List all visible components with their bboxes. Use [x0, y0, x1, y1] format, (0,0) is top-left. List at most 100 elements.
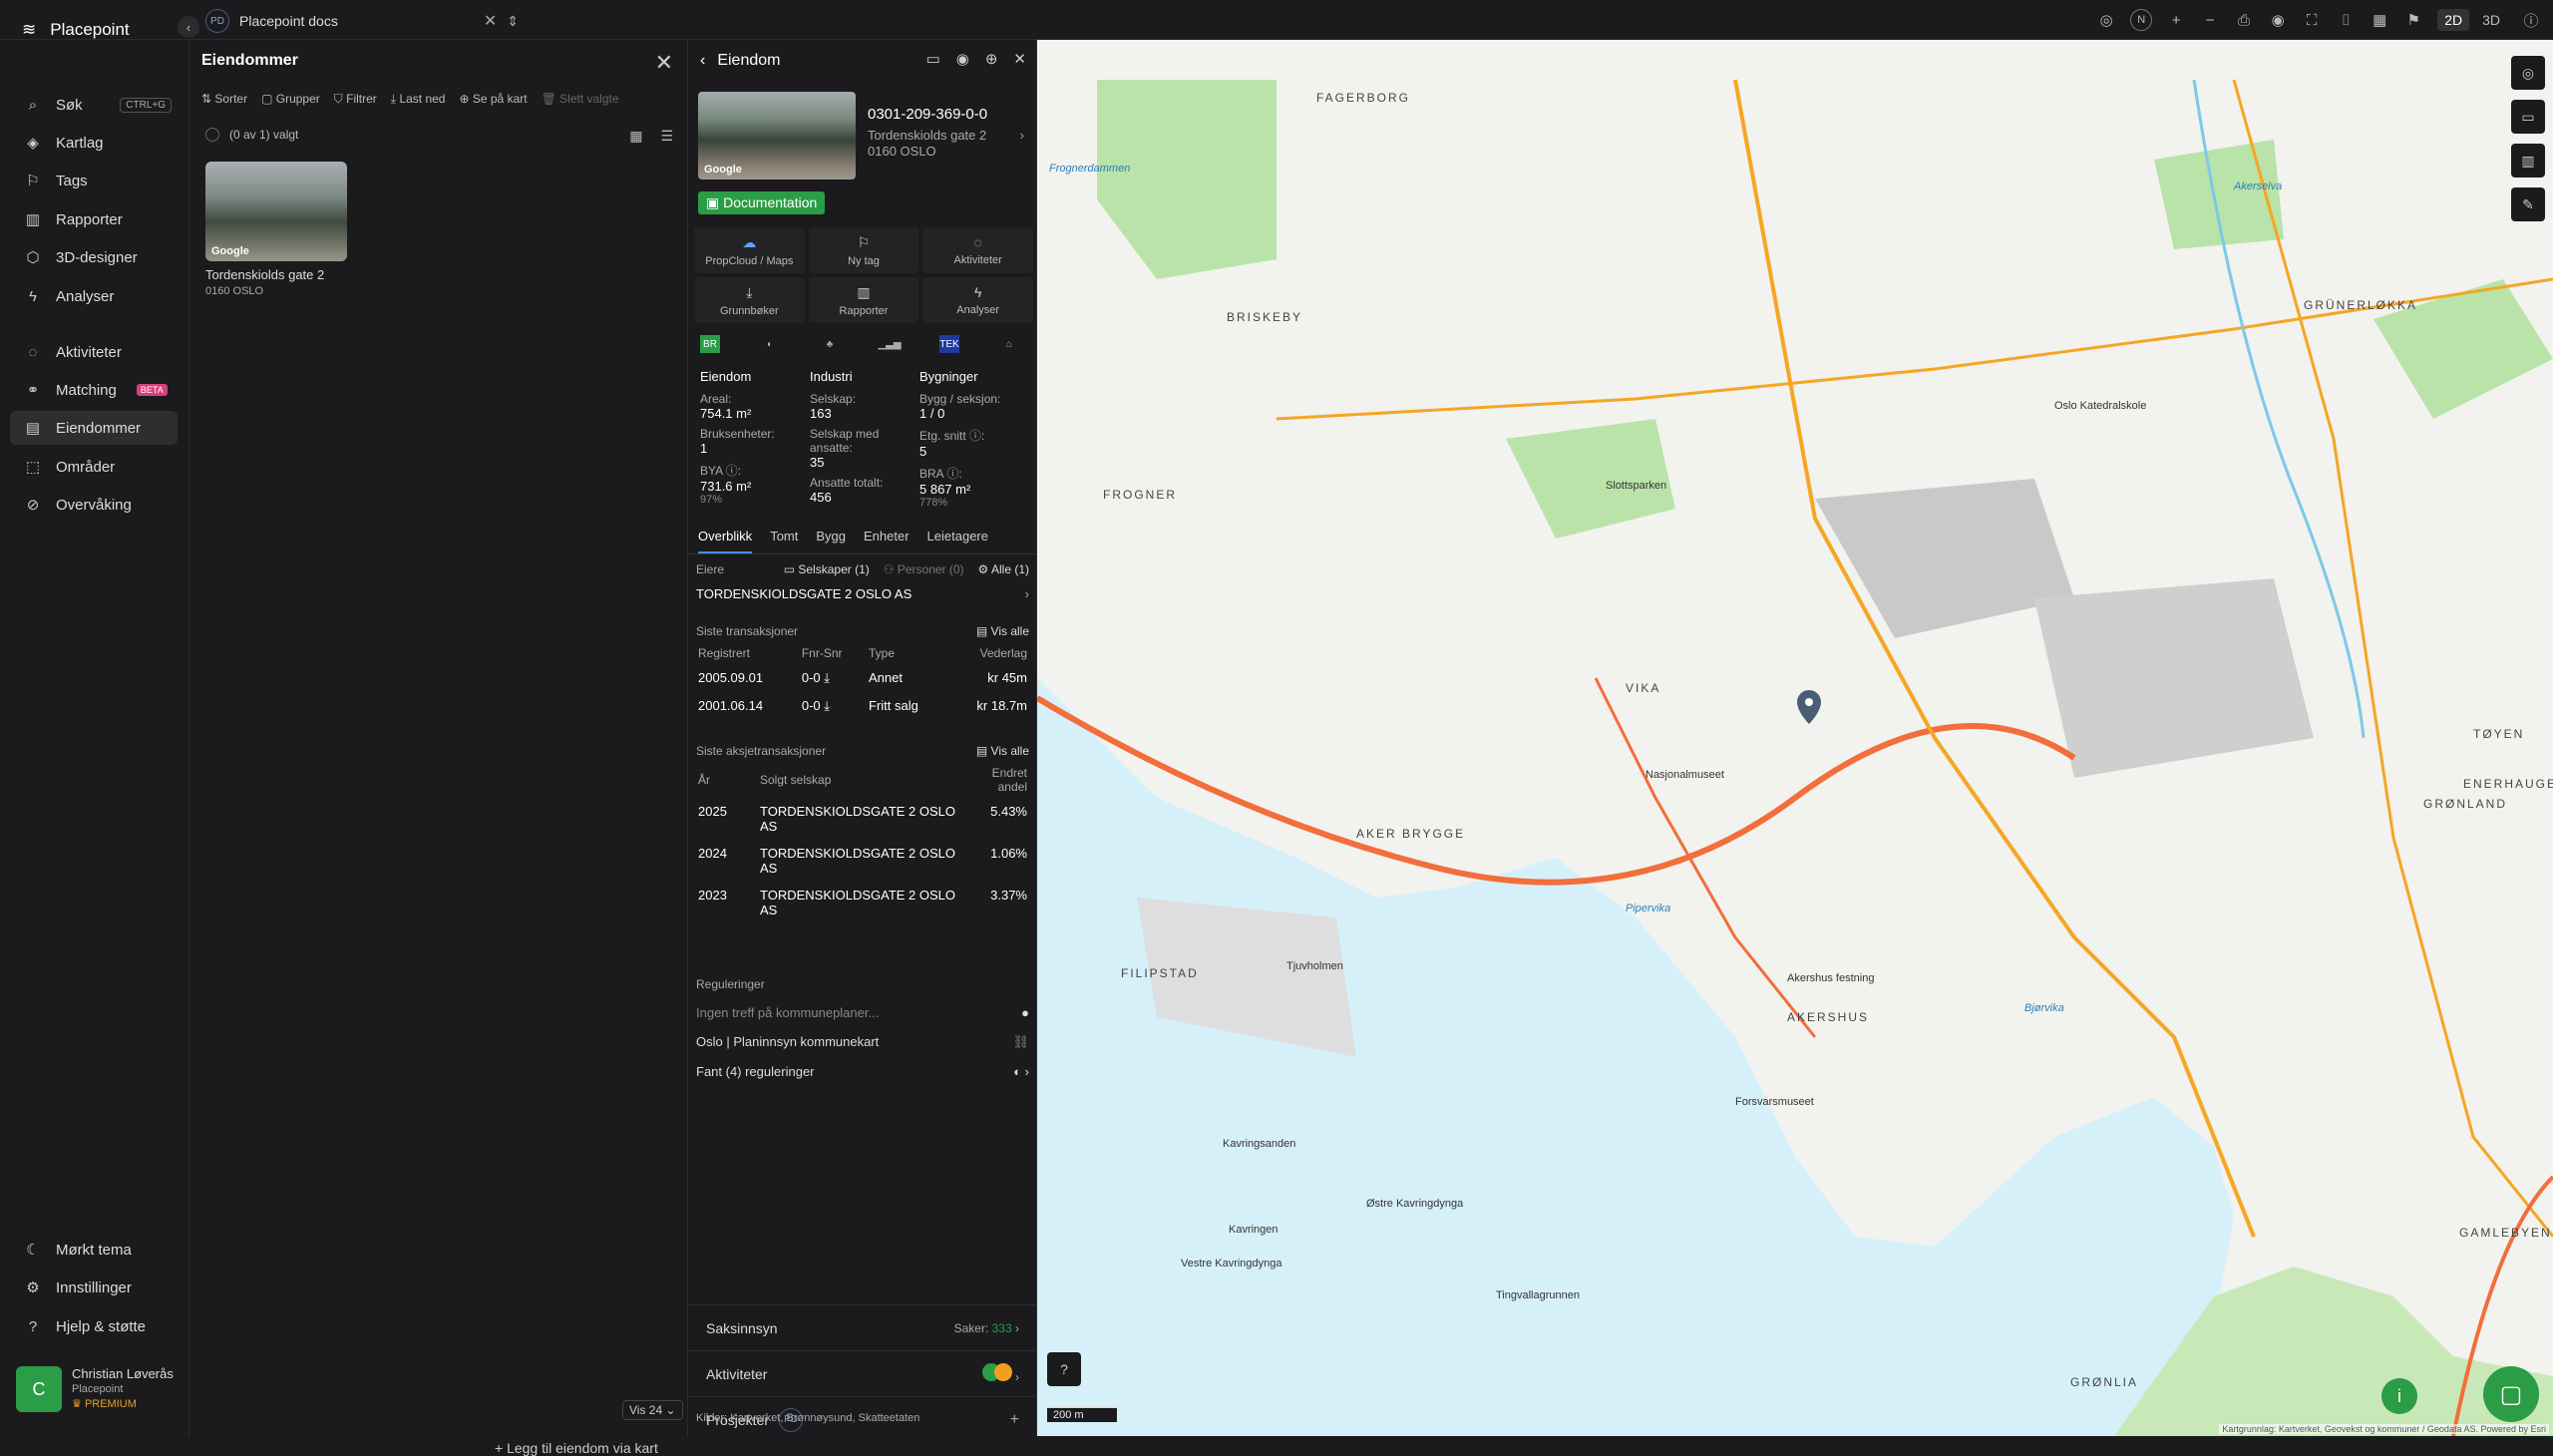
documentation-tag[interactable]: ▣ Documentation: [698, 191, 826, 214]
regulation-row[interactable]: Fant (4) reguleringer ◐ ›: [696, 1064, 1029, 1079]
download-button[interactable]: ⤓ Last ned: [391, 92, 446, 107]
workspace-selector[interactable]: PD Placepoint docs ✕ ⇕: [205, 8, 519, 34]
map-draw-control[interactable]: ✎: [2511, 187, 2545, 221]
expand-workspace-icon[interactable]: ⇕: [507, 13, 519, 30]
page-size-select[interactable]: Vis 24 ⌄: [622, 1400, 683, 1420]
nav-rapporter[interactable]: ▥ Rapporter: [10, 202, 178, 236]
show-on-map-button[interactable]: ⊕ Se på kart: [459, 92, 527, 107]
add-project-icon[interactable]: +: [1010, 1411, 1019, 1429]
view-3d-button[interactable]: 3D: [2475, 9, 2507, 31]
table-row[interactable]: 2024 TORDENSKIOLDSGATE 2 OSLO AS 1.06%: [696, 840, 1029, 882]
nav-omrader[interactable]: ⬚ Områder: [10, 450, 178, 484]
tab-tomt[interactable]: Tomt: [770, 529, 798, 553]
map-chart-control[interactable]: ▥: [2511, 144, 2545, 178]
map-layers-control[interactable]: ◎: [2511, 56, 2545, 90]
owner-row[interactable]: TORDENSKIOLDSGATE 2 OSLO AS ›: [696, 586, 1029, 601]
nav-overvaking[interactable]: ⊘ Overvåking: [10, 488, 178, 522]
view-2d-button[interactable]: 2D: [2437, 9, 2470, 31]
new-tag-button[interactable]: ⚐ Ny tag: [808, 227, 919, 273]
saksinnsyn-row[interactable]: Saksinnsyn Saker: 333 ›: [688, 1304, 1037, 1350]
nav-help[interactable]: ? Hjelp & støtte: [10, 1309, 178, 1343]
close-icon[interactable]: ✕: [1013, 50, 1026, 68]
table-row[interactable]: 2023 TORDENSKIOLDSGATE 2 OSLO AS 3.37%: [696, 882, 1029, 923]
grid-view-icon[interactable]: ▦: [629, 128, 642, 145]
shares-view-all[interactable]: ▤ Vis alle: [976, 744, 1029, 758]
map-measure-control[interactable]: ▭: [2511, 100, 2545, 134]
back-icon[interactable]: ‹: [700, 52, 705, 70]
sort-button[interactable]: ⇅ Sorter: [201, 92, 247, 107]
nav-eiendommer[interactable]: ▤ Eiendommer: [10, 411, 178, 445]
add-property-button[interactable]: + Legg til eiendom via kart: [495, 1440, 658, 1456]
info-button[interactable]: i: [2381, 1378, 2417, 1414]
grid-icon[interactable]: ▦: [2370, 11, 2389, 29]
close-icon[interactable]: ✕: [655, 50, 673, 76]
chevron-right-icon[interactable]: ›: [1020, 128, 1024, 143]
add-icon[interactable]: ⊕: [985, 50, 998, 68]
regulation-row[interactable]: Ingen treff på kommuneplaner... ●: [696, 1005, 1029, 1020]
map-canvas[interactable]: FAGERBORG BRISKEBY FROGNER GRÜNERLØKKA V…: [1037, 40, 2553, 1436]
eye-icon[interactable]: ◉: [956, 50, 969, 68]
filter-persons[interactable]: ⚇ Personer (0): [884, 562, 964, 576]
property-card[interactable]: Google Tordenskiolds gate 2 0160 OSLO: [205, 162, 347, 297]
filter-all[interactable]: ⚙ Alle (1): [978, 562, 1029, 576]
map-help-control[interactable]: ?: [1047, 1352, 1081, 1386]
nav-search[interactable]: ⌕ Søk CTRL+G: [10, 88, 178, 122]
user-profile[interactable]: C Christian Løverås Placepoint ♛ PREMIUM: [16, 1366, 174, 1412]
nav-tags[interactable]: ⚐ Tags: [10, 164, 178, 197]
clear-workspace-icon[interactable]: ✕: [484, 11, 497, 31]
nav-settings[interactable]: ⚙ Innstillinger: [10, 1271, 178, 1304]
list-view-icon[interactable]: ☰: [660, 128, 673, 145]
bookmark-icon[interactable]: ⚑: [2403, 11, 2423, 29]
tab-leietagere[interactable]: Leietagere: [927, 529, 988, 553]
propcloud-button[interactable]: ☁ PropCloud / Maps: [694, 227, 805, 273]
tek-badge[interactable]: TEK: [939, 335, 959, 353]
group-button[interactable]: ▢ Grupper: [261, 92, 320, 107]
grunnboker-button[interactable]: ⤓ Grunnbøker: [694, 277, 805, 323]
brand[interactable]: ≋ Placepoint: [22, 20, 130, 40]
regulation-row[interactable]: Oslo | Planinnsyn kommunekart ⛓: [696, 1034, 1029, 1050]
table-row[interactable]: 2025 TORDENSKIOLDSGATE 2 OSLO AS 5.43%: [696, 798, 1029, 840]
delete-selected-button[interactable]: 🗑 Slett valgte: [542, 92, 619, 107]
nav-aktiviteter[interactable]: ◌ Aktiviteter: [10, 335, 178, 369]
toggle-switch[interactable]: ◐ ›: [1013, 1064, 1029, 1079]
tab-enheter[interactable]: Enheter: [864, 529, 910, 553]
collapse-sidebar-button[interactable]: ‹: [178, 16, 199, 38]
nav-3d-designer[interactable]: ⬡ 3D-designer: [10, 240, 178, 274]
br-badge[interactable]: BR: [700, 335, 720, 353]
compass-icon[interactable]: N: [2130, 9, 2153, 31]
nav-kartlag[interactable]: ◈ Kartlag: [10, 126, 178, 160]
aktiviteter-row[interactable]: Aktiviteter ›: [688, 1350, 1037, 1396]
table-row[interactable]: 2001.06.14 0-0 ⤓ Fritt salg kr 18.7m: [696, 692, 1029, 720]
camera-icon[interactable]: ⌷: [2336, 12, 2356, 29]
download-icon[interactable]: ⤓: [824, 670, 830, 685]
print-icon[interactable]: ⎙: [2234, 12, 2254, 29]
nav-analyser[interactable]: ϟ Analyser: [10, 279, 178, 313]
fullscreen-icon[interactable]: ⛶: [2302, 12, 2322, 29]
select-all-checkbox[interactable]: [205, 128, 219, 142]
report-icon[interactable]: ▭: [926, 50, 940, 68]
download-icon[interactable]: ⤓: [824, 698, 830, 713]
table-row[interactable]: 2005.09.01 0-0 ⤓ Annet kr 45m: [696, 664, 1029, 692]
nav-matching[interactable]: ⚭ Matching BETA: [10, 373, 178, 407]
activities-button[interactable]: ◌ Aktiviteter: [922, 227, 1033, 273]
zoom-in-icon[interactable]: +: [2166, 12, 2186, 29]
chat-button[interactable]: ▢: [2483, 1366, 2539, 1422]
dark-theme-toggle[interactable]: ☾ Mørkt tema: [10, 1233, 178, 1267]
leaf-icon[interactable]: ◐: [760, 335, 780, 353]
tab-bygg[interactable]: Bygg: [816, 529, 846, 553]
tab-overblikk[interactable]: Overblikk: [698, 529, 753, 553]
filter-companies[interactable]: ▭ Selskaper (1): [784, 562, 870, 576]
map-view[interactable]: FAGERBORG BRISKEBY FROGNER GRÜNERLØKKA V…: [1037, 40, 2553, 1436]
layers-icon[interactable]: ◎: [2096, 11, 2116, 29]
info-icon[interactable]: ⓘ: [2521, 10, 2541, 31]
transactions-view-all[interactable]: ▤ Vis alle: [976, 624, 1029, 638]
eye-icon[interactable]: ◉: [2268, 11, 2288, 29]
plant-icon[interactable]: ♣: [820, 335, 840, 353]
reports-button[interactable]: ▥ Rapporter: [808, 277, 919, 323]
signal-icon[interactable]: ▁▃▅: [878, 335, 901, 353]
lock-icon[interactable]: ⌂: [999, 335, 1019, 353]
property-photo[interactable]: Google: [698, 92, 856, 180]
analyses-button[interactable]: ϟ Analyser: [922, 277, 1033, 323]
filter-button[interactable]: ⛉ Filtrer: [334, 92, 377, 107]
zoom-out-icon[interactable]: −: [2200, 12, 2220, 29]
